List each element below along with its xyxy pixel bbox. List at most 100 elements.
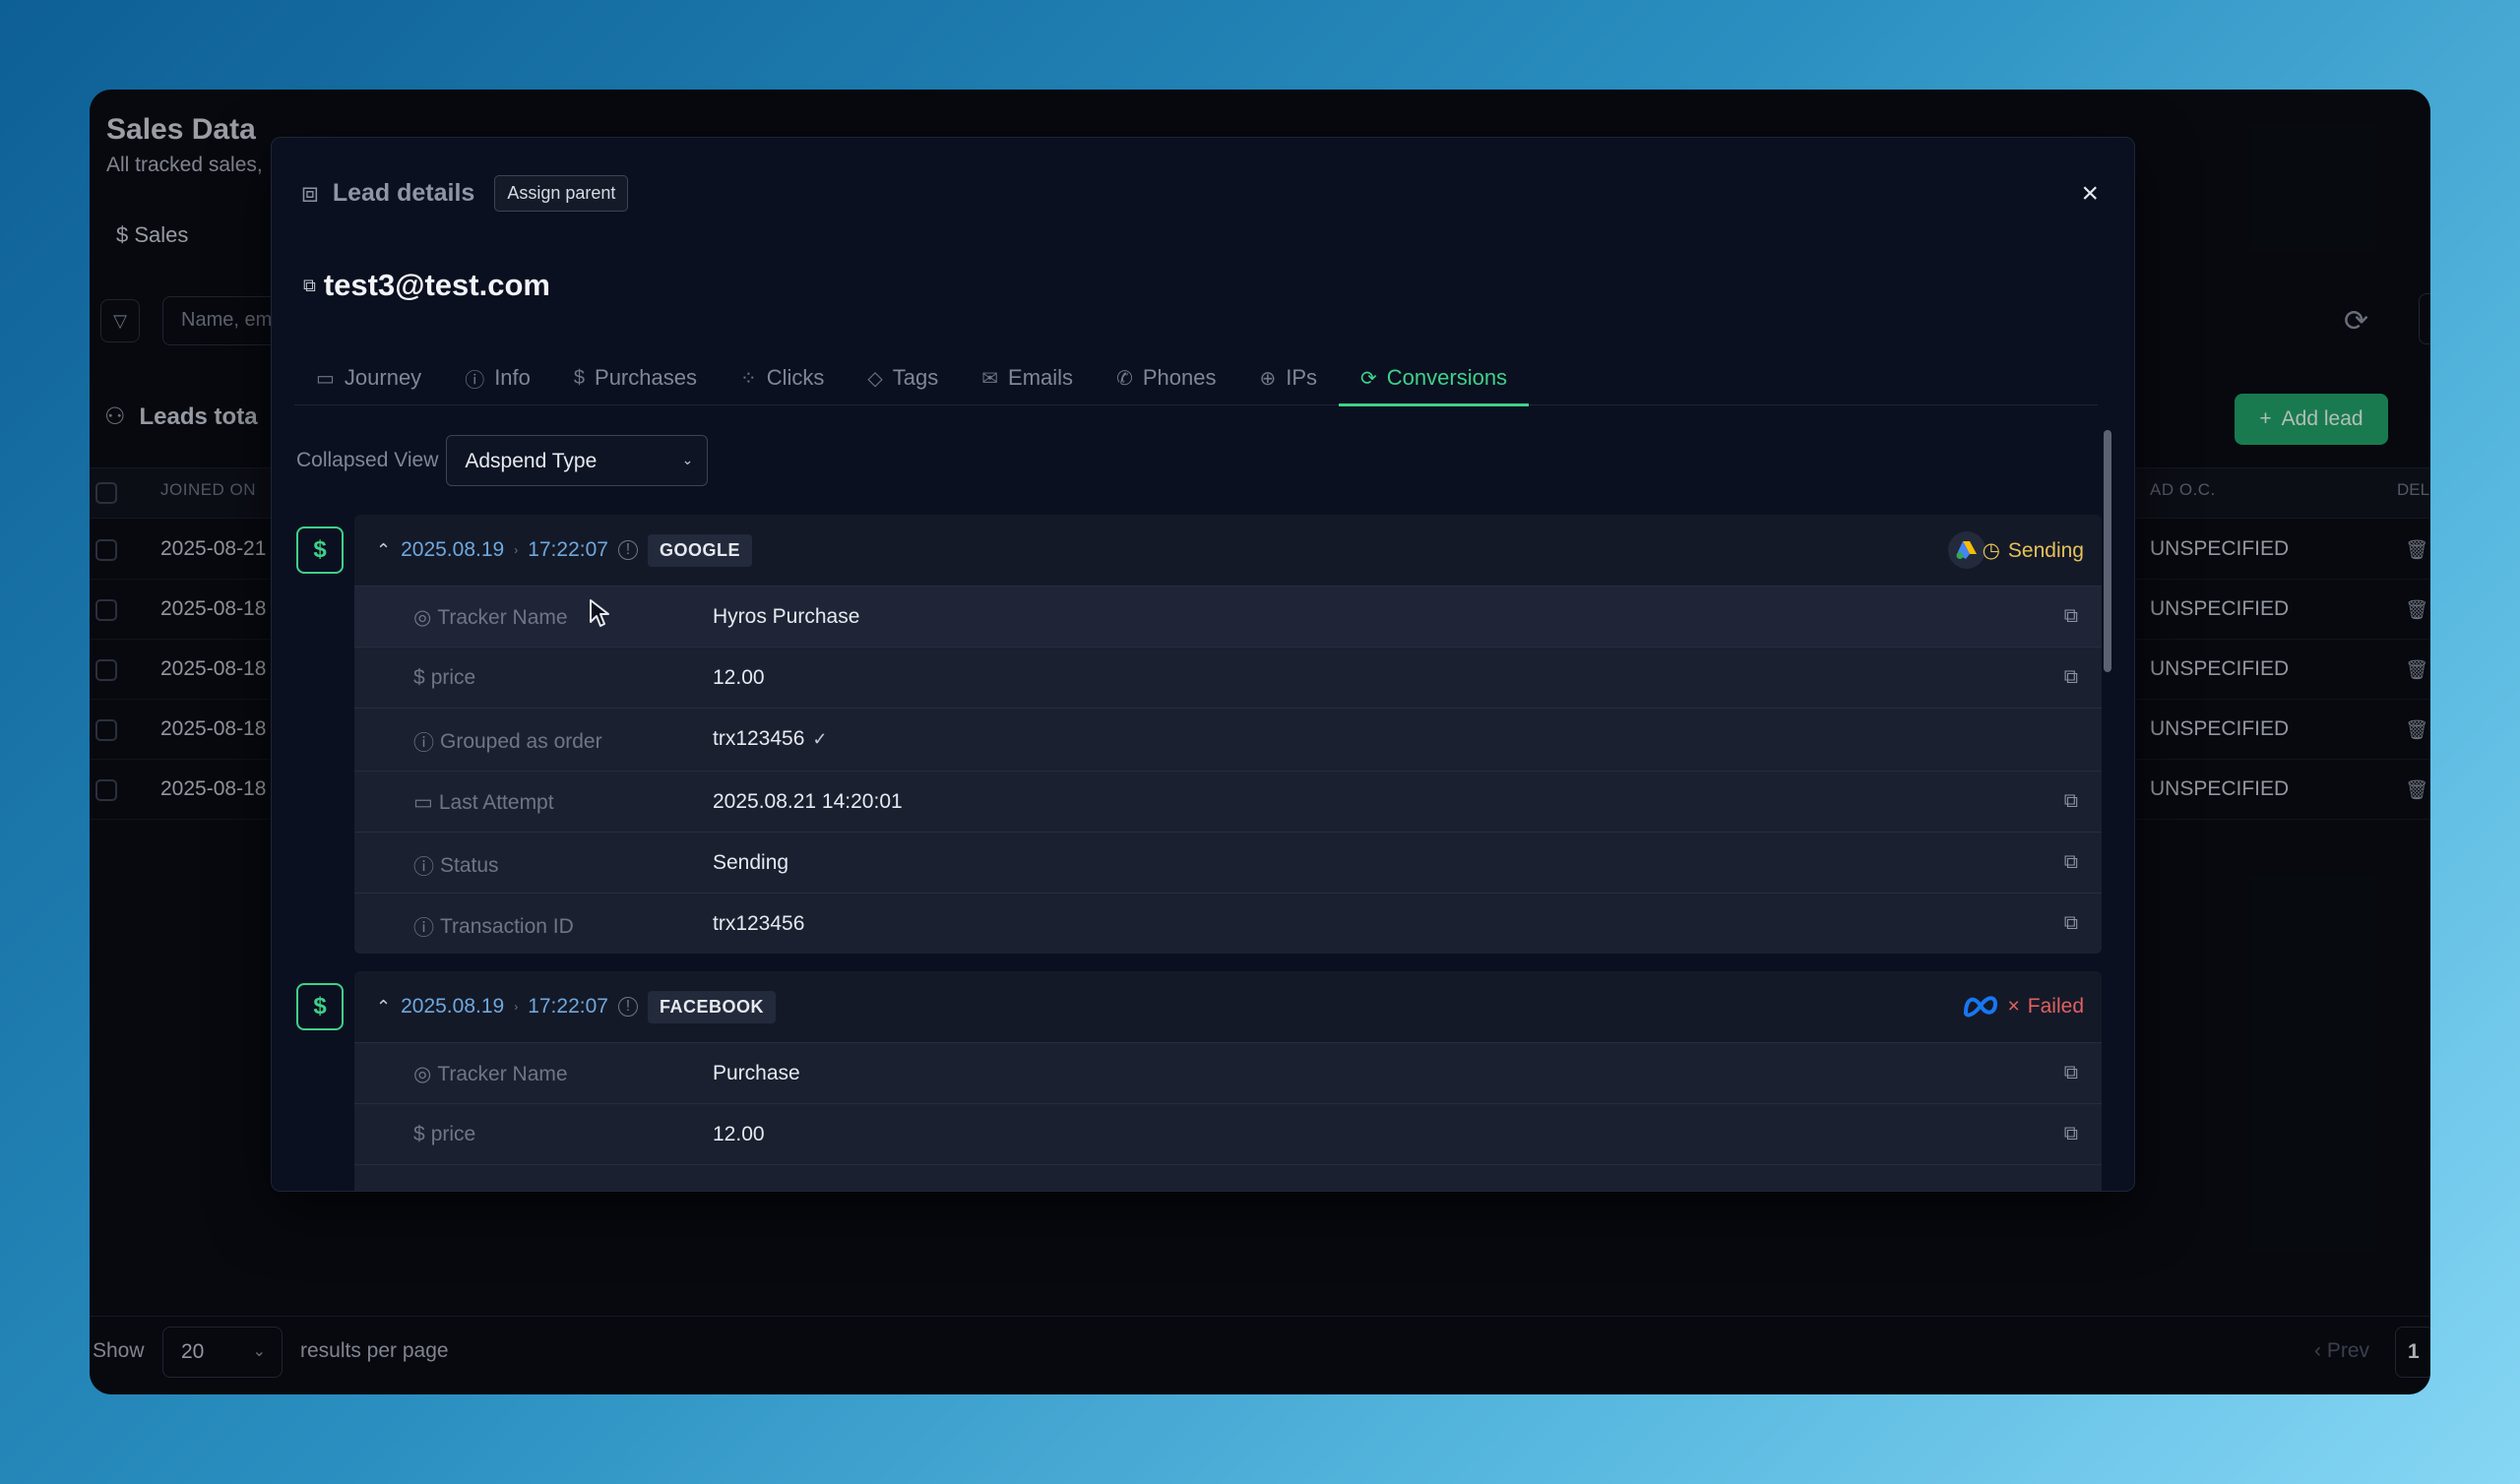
filter-button[interactable]: ▽	[100, 299, 140, 342]
filter-icon: ▽	[113, 310, 127, 331]
trash-icon[interactable]: 🗑	[2405, 658, 2428, 682]
separator-icon: ›	[514, 1000, 519, 1014]
chevron-up-icon[interactable]: ⌃	[376, 540, 391, 561]
per-page-value: 20	[181, 1340, 205, 1363]
lead-details-modal: ⧈ Lead details Assign parent × ⧉ test3@t…	[271, 137, 2135, 1192]
lead-tabs: ▭ Journey ⓘ Info $ Purchases ⁘ Clicks ◇ Tags …	[294, 350, 2098, 406]
row-checkbox[interactable]	[95, 659, 117, 681]
conversion-item: $ ⌃ 2025.08.19 › 17:22:07 ! GOOGLE ◷ Sen…	[296, 515, 2104, 958]
tag-icon: ◇	[867, 367, 883, 390]
collapsed-view-select[interactable]: Adspend Type ⌄	[446, 435, 709, 486]
info-icon: ⓘ	[413, 917, 434, 940]
page-button[interactable]: 1	[2395, 1327, 2430, 1378]
tab-label: Journey	[344, 365, 422, 390]
field-row: ◎ Tracker Name Hyros Purchase ⧉	[354, 586, 2102, 647]
row-ad-oc: UNSPECIFIED	[2150, 717, 2290, 740]
info-icon: ⓘ	[465, 369, 485, 392]
field-label-text: price	[430, 1123, 476, 1145]
search-input[interactable]: Name, em	[162, 296, 281, 345]
field-value: Sending	[713, 851, 789, 874]
trash-icon[interactable]: 🗑	[2405, 778, 2428, 802]
show-label: Show	[93, 1339, 145, 1362]
trash-icon[interactable]: 🗑	[2405, 538, 2428, 562]
conversion-card: ⌃ 2025.08.19 › 17:22:07 ! GOOGLE ◷ Sendi…	[354, 515, 2102, 954]
copy-icon[interactable]: ⧉	[2064, 912, 2078, 935]
field-label: ⓘ Grouped as order	[413, 727, 602, 757]
row-ad-oc: UNSPECIFIED	[2150, 597, 2290, 620]
field-value: 12.00	[713, 1123, 765, 1145]
tab-info[interactable]: ⓘ Info	[443, 350, 552, 405]
row-checkbox[interactable]	[95, 599, 117, 621]
assign-parent-button[interactable]: Assign parent	[494, 175, 629, 212]
column-ad-oc: AD O.C.	[2150, 480, 2216, 499]
field-row: ⓘ Grouped as order trx123456 ✓	[354, 708, 2102, 771]
copy-icon[interactable]: ⧉	[2064, 790, 2078, 813]
check-icon: ✓	[812, 729, 828, 749]
dollar-icon: $	[413, 666, 425, 689]
copy-icon[interactable]: ⧉	[303, 276, 316, 296]
conversion-item: $ ⌃ 2025.08.19 › 17:22:07 ! FACEBOOK × F…	[296, 971, 2104, 1191]
per-page-select[interactable]: 20 ⌄	[162, 1327, 283, 1378]
status-label: Failed	[2027, 995, 2084, 1018]
column-delete: DEL	[2397, 480, 2430, 499]
tab-purchases[interactable]: $ Purchases	[552, 350, 719, 405]
field-label: $ price	[413, 666, 475, 690]
copy-icon[interactable]: ⧉	[2064, 666, 2078, 689]
tab-conversions[interactable]: ⟳ Conversions	[1339, 350, 1530, 406]
chevron-down-icon: ⌄	[252, 1343, 266, 1360]
select-all-checkbox[interactable]	[95, 482, 117, 504]
field-value: trx123456	[713, 912, 805, 935]
refresh-icon[interactable]: ⟳	[2344, 304, 2368, 339]
row-checkbox[interactable]	[95, 539, 117, 561]
row-joined-date: 2025-08-18	[160, 717, 267, 740]
field-label: $ price	[413, 1123, 475, 1146]
trash-icon[interactable]: 🗑	[2405, 718, 2428, 742]
sync-icon: ⟳	[1360, 367, 1377, 390]
info-icon[interactable]: !	[617, 540, 638, 560]
leads-total-heading: ⚇ Leads tota	[104, 402, 258, 431]
scrollbar[interactable]	[2104, 430, 2111, 672]
dollar-icon: $	[413, 1123, 425, 1145]
info-icon: ⓘ	[413, 732, 434, 755]
row-ad-oc: UNSPECIFIED	[2150, 657, 2290, 680]
plus-icon: +	[2259, 407, 2272, 430]
row-checkbox[interactable]	[95, 719, 117, 741]
tab-phones[interactable]: ✆ Phones	[1095, 350, 1237, 405]
copy-icon[interactable]: ⧉	[2064, 605, 2078, 628]
tab-label: Purchases	[595, 365, 697, 390]
results-per-page-label: results per page	[300, 1339, 449, 1362]
tab-label: Emails	[1008, 365, 1074, 390]
tab-clicks[interactable]: ⁘ Clicks	[719, 350, 846, 405]
copy-icon[interactable]: ⧉	[2064, 1062, 2078, 1084]
page-title: Sales Data	[106, 113, 256, 146]
trash-icon[interactable]: 🗑	[2405, 598, 2428, 622]
field-label: ◎ Tracker Name	[413, 1062, 568, 1086]
dollar-icon: $	[573, 366, 586, 389]
tab-sales[interactable]: $ Sales	[116, 222, 188, 248]
row-joined-date: 2025-08-21	[160, 537, 267, 560]
tab-label: Phones	[1142, 365, 1217, 390]
field-row: ⓘ Status Sending ⧉	[354, 832, 2102, 893]
field-label: ⓘ Transaction ID	[413, 912, 574, 942]
info-icon[interactable]: !	[617, 997, 638, 1017]
id-badge-icon: ⧈	[301, 177, 319, 208]
tab-emails[interactable]: ✉ Emails	[960, 350, 1095, 405]
dollar-icon: $	[296, 526, 344, 574]
tab-ips[interactable]: ⊕ IPs	[1237, 350, 1339, 405]
toolbar-edge-button[interactable]	[2419, 293, 2430, 344]
add-lead-button[interactable]: + Add lead	[2235, 394, 2388, 445]
tab-tags[interactable]: ◇ Tags	[846, 350, 960, 405]
close-icon[interactable]: ×	[2081, 177, 2099, 211]
field-value: Purchase	[713, 1062, 800, 1084]
tab-journey[interactable]: ▭ Journey	[294, 350, 443, 405]
copy-icon[interactable]: ⧉	[2064, 1123, 2078, 1145]
conversion-header[interactable]: ⌃ 2025.08.19 › 17:22:07 ! FACEBOOK × Fai…	[354, 971, 2102, 1042]
calendar-icon: ▭	[413, 791, 433, 814]
conversion-header[interactable]: ⌃ 2025.08.19 › 17:22:07 ! GOOGLE ◷ Sendi…	[354, 515, 2102, 586]
row-checkbox[interactable]	[95, 779, 117, 801]
prev-label: Prev	[2326, 1339, 2370, 1362]
copy-icon[interactable]: ⧉	[2064, 851, 2078, 874]
field-value: Hyros Purchase	[713, 605, 860, 628]
chevron-up-icon[interactable]: ⌃	[376, 997, 391, 1018]
prev-page-button[interactable]: ‹ Prev	[2314, 1339, 2369, 1363]
